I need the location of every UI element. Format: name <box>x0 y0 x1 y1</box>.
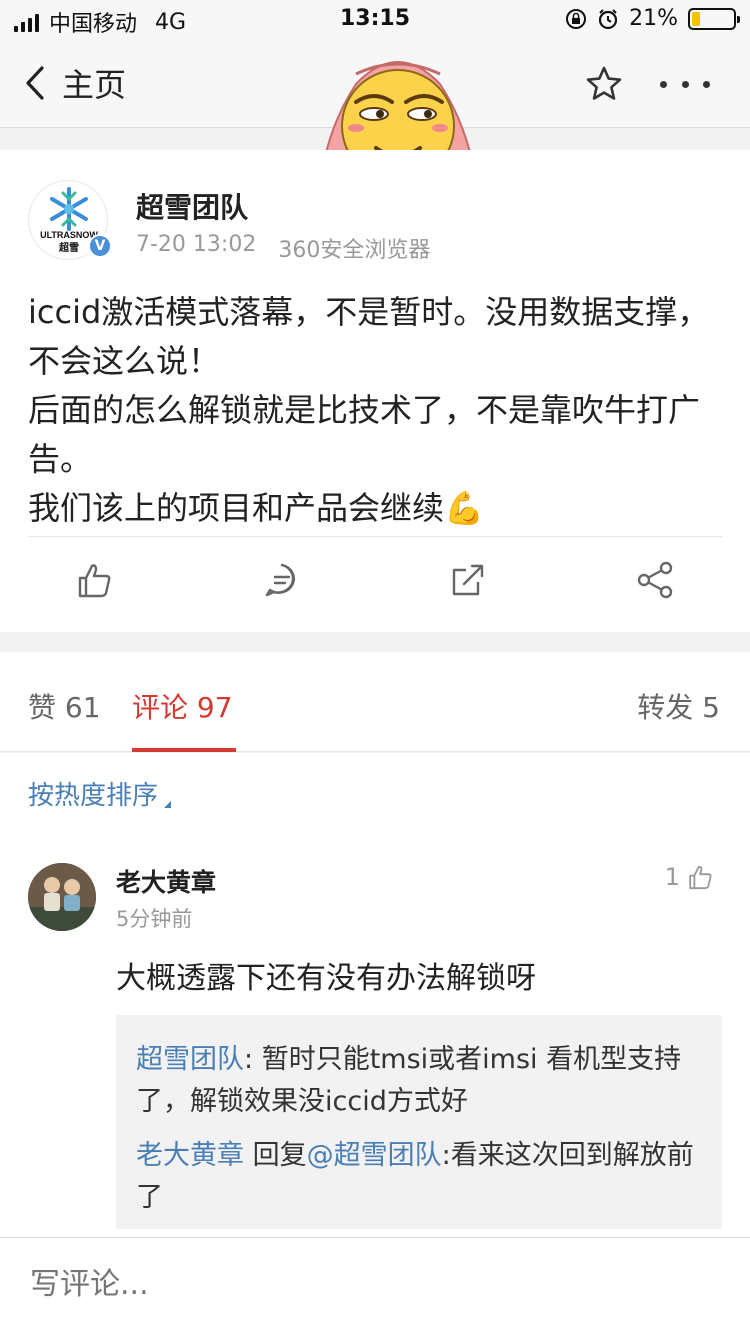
sort-label: 按热度排序 <box>28 781 159 811</box>
comment-input[interactable] <box>28 1266 718 1303</box>
reply-separator: : <box>244 1044 254 1075</box>
more-icon[interactable] <box>660 64 710 104</box>
reply-user-link[interactable]: 老大黄章 <box>136 1140 244 1171</box>
rotation-lock-icon <box>566 8 587 29</box>
battery-level <box>692 11 701 26</box>
divider <box>28 536 722 537</box>
back-button[interactable]: 主页 <box>24 60 126 106</box>
reply-box[interactable]: 超雪团队: 暂时只能tmsi或者imsi 看机型支持了，解锁效果没iccid方式… <box>116 1015 722 1229</box>
reply-item: 老大黄章 回复@超雪团队:看来这次回到解放前了 <box>136 1135 702 1219</box>
battery-percent: 21% <box>629 6 678 31</box>
comments-section: 按热度排序 老大黄章 5分钟前 1 大概透露下还有没有办法解锁呀 超雪团队: 暂… <box>0 753 750 1237</box>
status-right: 21% <box>565 6 740 31</box>
tab-reposts[interactable]: 转发 5 <box>637 686 720 726</box>
post-source: 360安全浏览器 <box>278 238 431 263</box>
back-label: 主页 <box>62 66 127 104</box>
reply-mention-link[interactable]: @超雪团队 <box>307 1140 442 1171</box>
status-bar: 中国移动 4G 13:15 21% <box>0 0 750 40</box>
battery-icon <box>688 7 740 30</box>
post-meta: 7-20 13:02 360安全浏览器 <box>136 232 430 264</box>
repost-icon[interactable] <box>448 560 488 600</box>
commenter-name[interactable]: 老大黄章 <box>116 863 216 899</box>
thumbs-up-icon <box>689 865 712 890</box>
tab-likes[interactable]: 赞 61 <box>28 686 101 726</box>
interaction-tabs: 赞 61 评论 97 转发 5 <box>0 652 750 752</box>
sort-dropdown[interactable]: 按热度排序 <box>28 775 172 812</box>
reply-connector: 回复 <box>244 1140 307 1171</box>
comment-time: 5分钟前 <box>116 907 193 931</box>
comment-text: 大概透露下还有没有办法解锁呀 <box>116 961 536 996</box>
verified-badge: V <box>88 234 112 258</box>
author-name[interactable]: 超雪团队 <box>136 186 248 226</box>
alarm-icon <box>598 8 618 29</box>
comment-icon[interactable] <box>262 560 302 600</box>
star-icon[interactable] <box>584 64 624 104</box>
post-time: 7-20 13:02 <box>136 232 257 257</box>
share-icon[interactable] <box>636 560 676 600</box>
comment-bar <box>0 1237 750 1334</box>
comment-like-count: 1 <box>664 863 680 891</box>
chevron-left-icon <box>26 66 44 100</box>
post-text: iccid激活模式落幕，不是暂时。没用数据支撑，不会这么说！ 后面的怎么解锁就是… <box>28 293 710 527</box>
photo-avatar <box>28 863 96 931</box>
logo-subtext: 超雪 <box>58 241 79 254</box>
commenter-avatar[interactable] <box>28 863 96 931</box>
thumbs-up-icon[interactable] <box>74 560 114 600</box>
reply-item: 超雪团队: 暂时只能tmsi或者imsi 看机型支持了，解锁效果没iccid方式… <box>136 1039 702 1123</box>
dropdown-triangle-icon <box>164 801 172 808</box>
reply-user-link[interactable]: 超雪团队 <box>136 1044 244 1075</box>
comment-like-button[interactable]: 1 <box>665 863 714 891</box>
active-tab-indicator <box>132 748 236 752</box>
post-actions <box>0 560 750 610</box>
post-card: ULTRASNOW 超雪 V 超雪团队 7-20 13:02 360安全浏览器 … <box>0 150 750 632</box>
tab-comments[interactable]: 评论 97 <box>132 686 233 726</box>
